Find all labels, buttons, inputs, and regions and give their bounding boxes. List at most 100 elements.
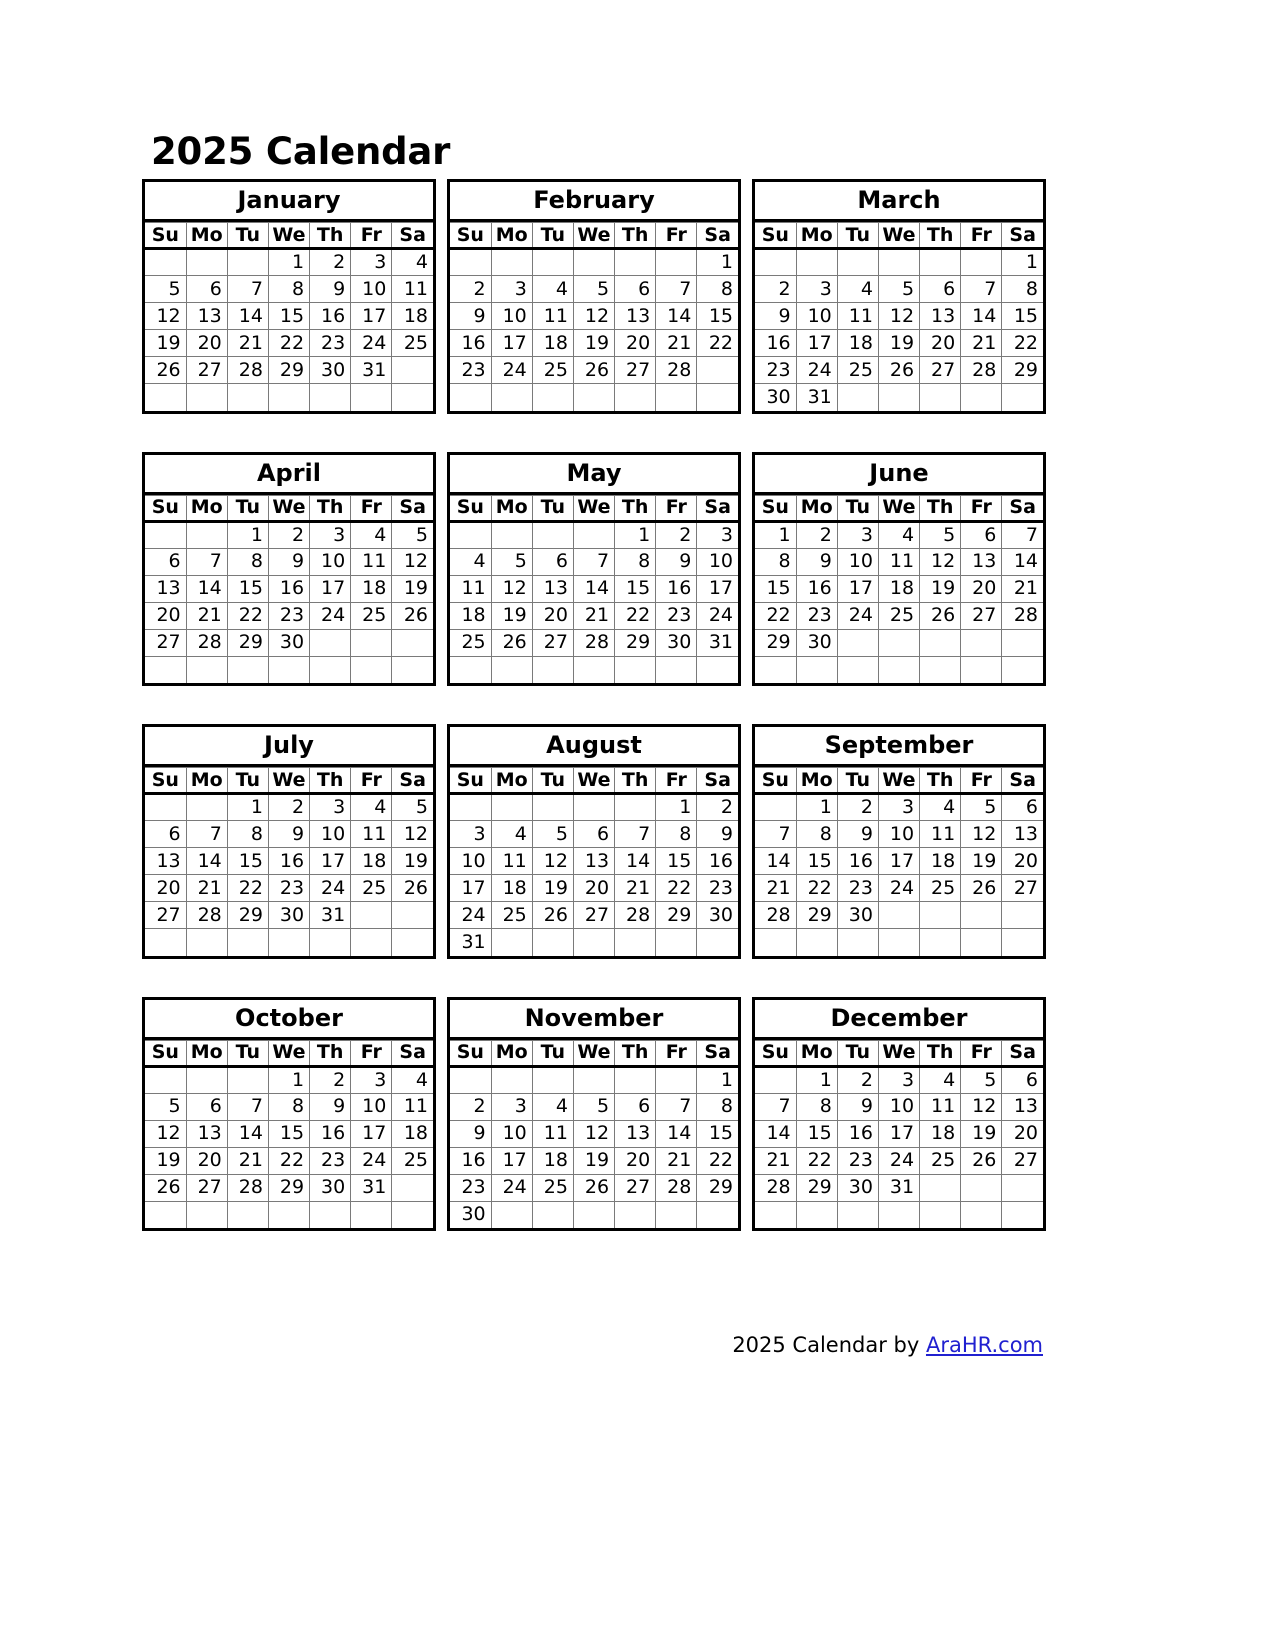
day-cell[interactable]: 20 [614,329,657,357]
day-cell[interactable]: 2 [309,1065,352,1094]
day-cell[interactable]: 10 [490,302,533,330]
day-cell[interactable]: 6 [614,1092,657,1121]
day-cell[interactable]: 11 [350,547,393,576]
day-cell[interactable]: 1 [1001,248,1043,276]
day-cell[interactable]: 4 [490,820,533,848]
day-cell[interactable]: 19 [145,329,187,357]
day-cell[interactable]: 17 [877,847,921,875]
day-cell[interactable]: 4 [391,248,433,276]
day-cell[interactable]: 30 [267,901,311,929]
day-cell[interactable]: 1 [655,793,698,821]
day-cell[interactable]: 26 [572,1173,616,1202]
day-cell[interactable]: 30 [655,628,698,657]
day-cell[interactable]: 22 [755,601,797,630]
day-cell[interactable]: 8 [795,1092,838,1121]
day-cell[interactable]: 2 [795,520,838,549]
day-cell[interactable]: 9 [309,1092,352,1121]
day-cell[interactable]: 16 [836,1119,879,1148]
day-cell[interactable]: 21 [185,601,228,630]
day-cell[interactable]: 5 [960,793,1003,821]
day-cell[interactable]: 2 [696,793,738,821]
day-cell[interactable]: 26 [877,356,921,384]
day-cell[interactable]: 22 [795,874,838,902]
day-cell[interactable]: 22 [655,874,698,902]
day-cell[interactable]: 21 [1001,574,1043,603]
day-cell[interactable]: 8 [696,275,738,303]
day-cell[interactable]: 5 [145,1092,187,1121]
day-cell[interactable]: 28 [185,628,228,657]
day-cell[interactable]: 25 [919,1146,962,1175]
day-cell[interactable]: 19 [960,1119,1003,1148]
day-cell[interactable]: 5 [572,275,616,303]
day-cell[interactable]: 7 [655,1092,698,1121]
day-cell[interactable]: 27 [572,901,616,929]
day-cell[interactable]: 23 [309,1146,352,1175]
day-cell[interactable]: 7 [226,275,269,303]
day-cell[interactable]: 1 [267,1065,311,1094]
day-cell[interactable]: 30 [267,628,311,657]
day-cell[interactable]: 26 [490,628,533,657]
day-cell[interactable]: 13 [919,302,962,330]
day-cell[interactable]: 18 [350,574,393,603]
day-cell[interactable]: 5 [919,520,962,549]
day-cell[interactable]: 19 [145,1146,187,1175]
day-cell[interactable]: 23 [755,356,797,384]
day-cell[interactable]: 30 [309,1173,352,1202]
day-cell[interactable]: 3 [696,520,738,549]
day-cell[interactable]: 8 [696,1092,738,1121]
day-cell[interactable]: 22 [696,329,738,357]
day-cell[interactable]: 8 [614,547,657,576]
day-cell[interactable]: 6 [614,275,657,303]
day-cell[interactable]: 14 [572,574,616,603]
day-cell[interactable]: 2 [267,520,311,549]
day-cell[interactable]: 29 [795,901,838,929]
day-cell[interactable]: 7 [755,820,797,848]
day-cell[interactable]: 23 [836,874,879,902]
day-cell[interactable]: 25 [450,628,492,657]
day-cell[interactable]: 3 [490,275,533,303]
day-cell[interactable]: 28 [655,356,698,384]
day-cell[interactable]: 21 [226,329,269,357]
day-cell[interactable]: 14 [755,1119,797,1148]
day-cell[interactable]: 13 [185,302,228,330]
day-cell[interactable]: 18 [836,329,879,357]
day-cell[interactable]: 31 [450,928,492,956]
day-cell[interactable]: 24 [450,901,492,929]
day-cell[interactable]: 21 [655,329,698,357]
day-cell[interactable]: 20 [531,601,574,630]
day-cell[interactable]: 25 [877,601,921,630]
day-cell[interactable]: 19 [960,847,1003,875]
day-cell[interactable]: 29 [696,1173,738,1202]
day-cell[interactable]: 26 [145,356,187,384]
day-cell[interactable]: 16 [655,574,698,603]
day-cell[interactable]: 7 [226,1092,269,1121]
day-cell[interactable]: 26 [531,901,574,929]
day-cell[interactable]: 6 [1001,1065,1043,1094]
day-cell[interactable]: 1 [795,1065,838,1094]
day-cell[interactable]: 19 [919,574,962,603]
day-cell[interactable]: 25 [350,601,393,630]
day-cell[interactable]: 15 [795,847,838,875]
day-cell[interactable]: 5 [877,275,921,303]
day-cell[interactable]: 17 [309,574,352,603]
day-cell[interactable]: 24 [309,601,352,630]
day-cell[interactable]: 1 [696,248,738,276]
day-cell[interactable]: 4 [877,520,921,549]
day-cell[interactable]: 19 [877,329,921,357]
day-cell[interactable]: 22 [795,1146,838,1175]
day-cell[interactable]: 26 [391,601,433,630]
day-cell[interactable]: 18 [490,874,533,902]
day-cell[interactable]: 11 [919,1092,962,1121]
day-cell[interactable]: 7 [960,275,1003,303]
day-cell[interactable]: 2 [450,1092,492,1121]
day-cell[interactable]: 26 [960,874,1003,902]
day-cell[interactable]: 19 [391,574,433,603]
day-cell[interactable]: 31 [350,1173,393,1202]
day-cell[interactable]: 14 [655,1119,698,1148]
day-cell[interactable]: 22 [1001,329,1043,357]
day-cell[interactable]: 16 [267,574,311,603]
day-cell[interactable]: 3 [490,1092,533,1121]
day-cell[interactable]: 11 [531,1119,574,1148]
day-cell[interactable]: 14 [226,302,269,330]
day-cell[interactable]: 5 [145,275,187,303]
